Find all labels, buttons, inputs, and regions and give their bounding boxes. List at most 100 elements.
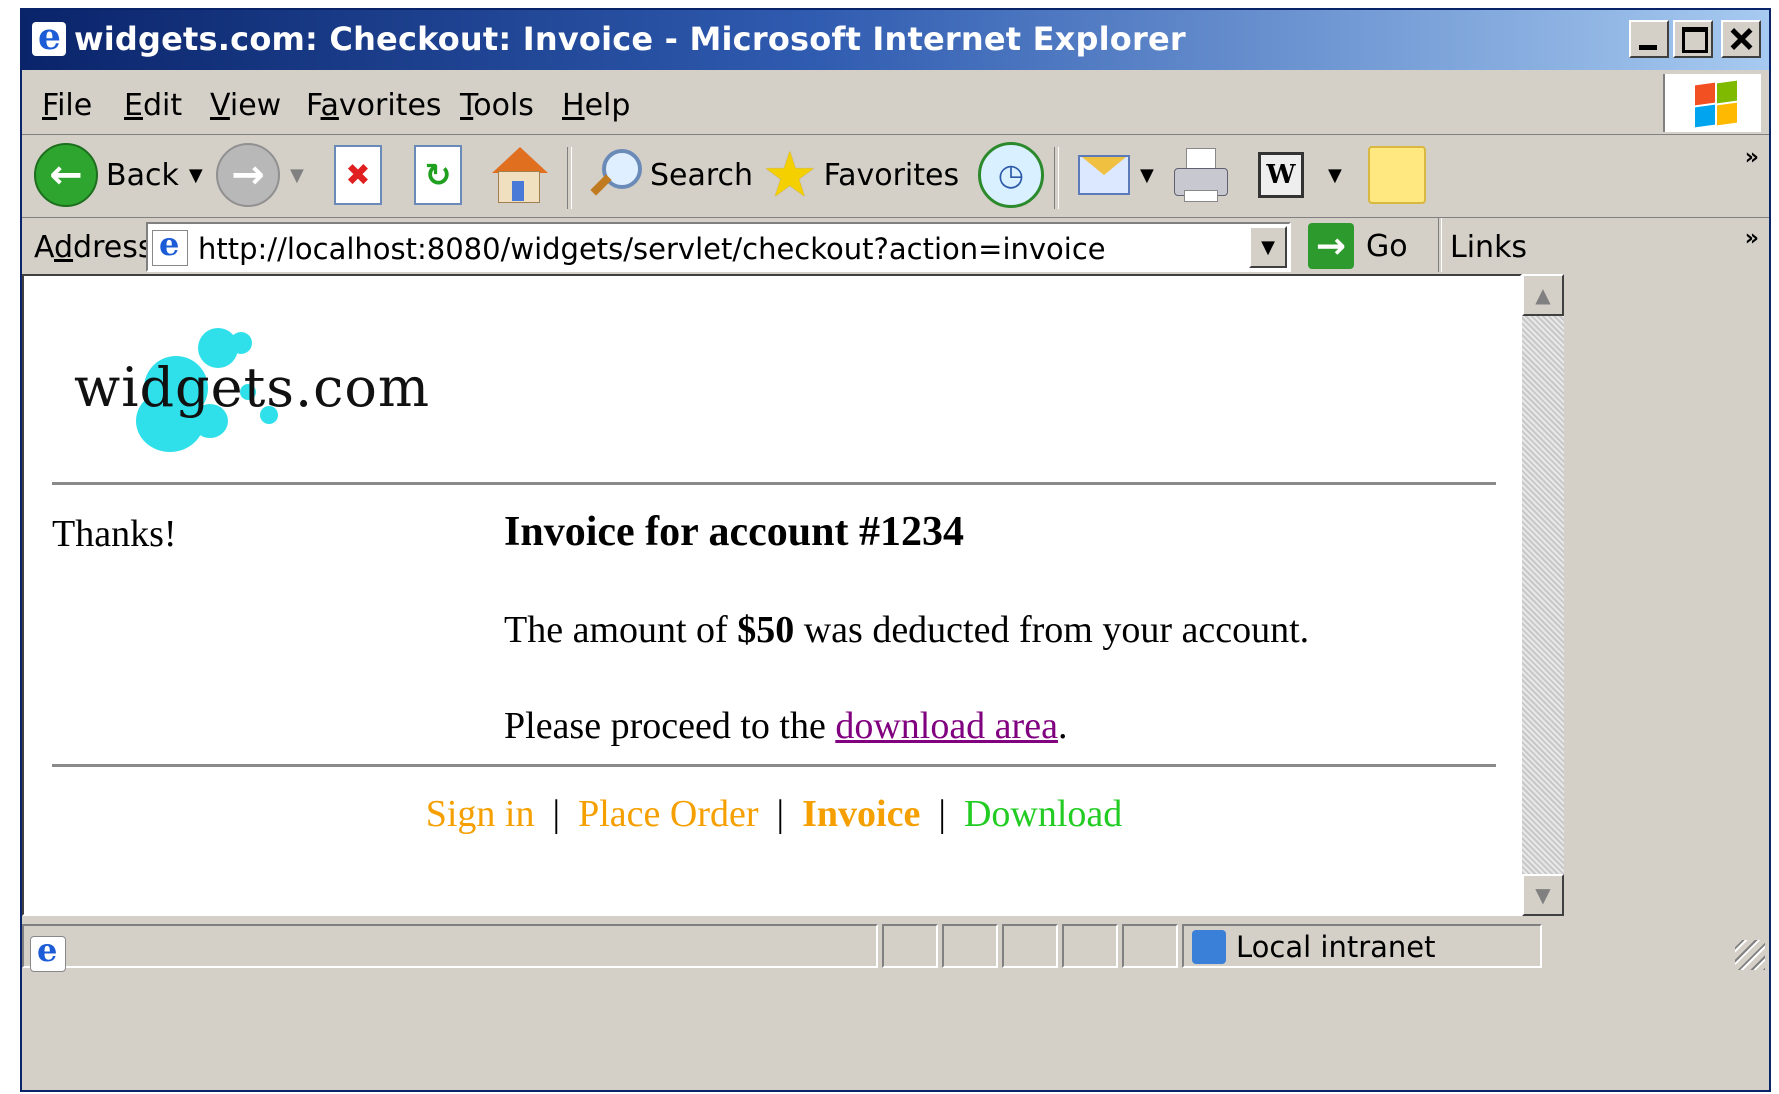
- bottom-divider: [52, 764, 1496, 767]
- download-area-link[interactable]: download area: [835, 705, 1058, 747]
- home-icon: [488, 145, 548, 205]
- search-label: Search: [650, 157, 754, 193]
- status-bar: Local intranet: [22, 918, 1769, 974]
- address-input[interactable]: http://localhost:8080/widgets/servlet/ch…: [146, 222, 1291, 272]
- close-button[interactable]: [1721, 20, 1761, 58]
- go-arrow-icon: →: [1308, 223, 1354, 269]
- nav-invoice[interactable]: Invoice: [802, 793, 920, 835]
- invoice-title: Invoice for account #1234: [504, 509, 965, 555]
- edit-dropdown-icon[interactable]: ▼: [1328, 165, 1342, 186]
- menu-favorites-label-post: vorites: [338, 88, 442, 123]
- windows-logo-icon: [1663, 74, 1761, 132]
- logo-text: widgets.com: [74, 356, 431, 419]
- status-text-pane: [22, 924, 878, 972]
- refresh-button[interactable]: ↻: [414, 143, 462, 207]
- menu-help[interactable]: Help: [562, 88, 630, 123]
- go-button[interactable]: → Go: [1308, 222, 1408, 270]
- forward-arrow-icon: →: [216, 143, 280, 207]
- intranet-zone-icon: [1192, 930, 1226, 964]
- menu-edit[interactable]: Edit: [124, 88, 182, 123]
- menu-help-accel: H: [562, 88, 585, 123]
- back-dropdown-icon[interactable]: ▼: [189, 165, 203, 186]
- address-url[interactable]: http://localhost:8080/widgets/servlet/ch…: [198, 232, 1106, 266]
- widgets-logo[interactable]: widgets.com: [74, 322, 434, 452]
- nav-download[interactable]: Download: [964, 793, 1122, 835]
- menu-view-label-post: iew: [229, 88, 282, 123]
- nav-separator: |: [938, 793, 946, 835]
- back-button[interactable]: ← Back ▼: [34, 143, 203, 207]
- menu-favorites[interactable]: Favorites: [306, 88, 442, 123]
- favorites-button[interactable]: ★ Favorites: [762, 143, 959, 207]
- stop-button[interactable]: ✖: [334, 143, 382, 207]
- search-button[interactable]: Search: [584, 143, 753, 207]
- top-divider: [52, 482, 1496, 485]
- favorites-star-icon: ★: [762, 138, 818, 211]
- menu-bar: File Edit View Favorites Tools Help: [22, 72, 1769, 135]
- amount-text-pre: The amount of: [504, 609, 738, 651]
- nav-sign-in[interactable]: Sign in: [426, 793, 535, 835]
- favorites-label: Favorites: [823, 157, 960, 193]
- forward-dropdown-icon[interactable]: ▼: [290, 165, 304, 186]
- mail-envelope-icon: [1078, 155, 1130, 195]
- messenger-button[interactable]: [1368, 143, 1426, 207]
- amount-value: $50: [737, 609, 795, 651]
- word-icon: W: [1258, 152, 1304, 198]
- printer-icon: [1172, 146, 1230, 204]
- proceed-text-post: .: [1057, 705, 1068, 747]
- amount-line: The amount of $50 was deducted from your…: [504, 608, 1309, 652]
- menu-favorites-accel: a: [320, 88, 339, 123]
- menu-file[interactable]: File: [42, 88, 92, 123]
- links-button[interactable]: Links: [1450, 230, 1527, 265]
- back-label: Back: [106, 157, 179, 193]
- forward-button[interactable]: → ▼: [216, 143, 304, 207]
- address-label: Address: [34, 230, 153, 265]
- ie-app-icon[interactable]: [32, 16, 66, 58]
- nav-separator: |: [776, 793, 785, 835]
- scroll-down-icon[interactable]: ▼: [1522, 874, 1564, 916]
- nav-place-order[interactable]: Place Order: [578, 793, 758, 835]
- menu-tools-accel: T: [460, 88, 474, 123]
- title-bar[interactable]: widgets.com: Checkout: Invoice - Microso…: [22, 10, 1769, 70]
- thanks-text: Thanks!: [52, 513, 177, 555]
- proceed-line: Please proceed to the download area.: [504, 704, 1067, 748]
- menu-view-accel: V: [210, 88, 230, 123]
- page-status-icon: [30, 931, 66, 972]
- note-icon: [1368, 146, 1426, 204]
- address-bar: Address http://localhost:8080/widgets/se…: [22, 218, 1769, 274]
- history-button[interactable]: ◷: [978, 142, 1044, 208]
- vertical-scrollbar[interactable]: ▲ ▼: [1522, 274, 1564, 916]
- page-icon: [152, 225, 188, 266]
- toolbar-chevron-icon[interactable]: »: [1745, 145, 1759, 170]
- maximize-button[interactable]: [1673, 20, 1713, 58]
- address-label-pre: A: [34, 230, 54, 265]
- page-content: widgets.com Thanks! Invoice for account …: [22, 274, 1522, 916]
- menu-file-label-post: ile: [57, 88, 93, 123]
- address-dropdown-icon[interactable]: ▼: [1249, 226, 1287, 268]
- mail-button[interactable]: ▼: [1078, 143, 1154, 207]
- mail-dropdown-icon[interactable]: ▼: [1140, 165, 1154, 186]
- print-button[interactable]: [1172, 143, 1230, 207]
- menu-edit-accel: E: [124, 88, 143, 123]
- edit-with-word-button[interactable]: W ▼: [1258, 143, 1342, 207]
- status-pane: [942, 924, 998, 968]
- back-arrow-icon: ←: [34, 143, 98, 207]
- minimize-button[interactable]: [1629, 20, 1669, 58]
- checkout-nav: Sign in | Place Order | Invoice | Download: [24, 792, 1520, 836]
- resize-grip-icon[interactable]: [1735, 940, 1765, 970]
- history-clock-icon: ◷: [978, 142, 1044, 208]
- menu-view[interactable]: View: [210, 88, 281, 123]
- status-pane: [1062, 924, 1118, 968]
- standard-toolbar: ← Back ▼ → ▼ ✖ ↻ Search ★ Favorites ◷ ▼ …: [22, 135, 1769, 218]
- browser-window: widgets.com: Checkout: Invoice - Microso…: [20, 8, 1771, 1092]
- menu-tools[interactable]: Tools: [460, 88, 534, 123]
- scroll-up-icon[interactable]: ▲: [1522, 274, 1564, 316]
- home-button[interactable]: [488, 143, 548, 207]
- search-icon: [584, 145, 644, 205]
- zone-pane[interactable]: Local intranet: [1182, 924, 1542, 968]
- menu-tools-label-post: ools: [473, 88, 534, 123]
- address-label-accel: d: [54, 230, 74, 265]
- menu-file-accel: F: [42, 88, 58, 123]
- status-pane: [882, 924, 938, 968]
- menu-favorites-label-pre: F: [306, 88, 321, 123]
- links-chevron-icon[interactable]: »: [1745, 226, 1759, 251]
